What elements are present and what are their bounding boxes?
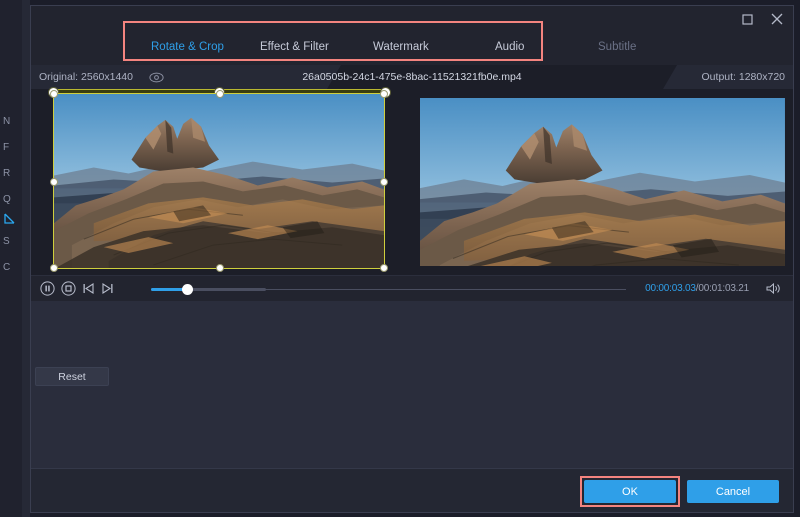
volume-slider[interactable] xyxy=(151,288,266,291)
crop-handle-top-right[interactable] xyxy=(380,90,388,98)
playback-bar: 00:00:03.03/00:01:03.21 xyxy=(31,275,793,301)
stop-button[interactable] xyxy=(61,281,76,296)
window-controls xyxy=(737,9,787,29)
tab-subtitle[interactable]: Subtitle xyxy=(598,41,636,53)
next-frame-button[interactable] xyxy=(101,282,114,295)
crop-handle-top-center[interactable] xyxy=(216,90,224,98)
sidebar-crop-icon[interactable] xyxy=(3,212,16,230)
current-time: 00:00:03.03 xyxy=(645,283,696,294)
crop-handle-top-left[interactable] xyxy=(50,90,58,98)
sidebar-item-1[interactable]: F xyxy=(3,142,21,153)
preview-stage xyxy=(31,89,793,275)
sidebar-item-3[interactable]: Q xyxy=(3,194,21,205)
source-preview-pane xyxy=(31,89,412,275)
mountain-image-output xyxy=(420,98,785,266)
tab-rotate-crop[interactable]: Rotate & Crop xyxy=(151,41,224,53)
tab-bar: Rotate & Crop Effect & Filter Watermark … xyxy=(31,32,793,65)
filename-label: 26a0505b-24c1-475e-8bac-11521321fb0e.mp4 xyxy=(31,71,793,83)
dialog-footer: OK Cancel xyxy=(31,468,793,512)
previous-frame-button[interactable] xyxy=(82,282,95,295)
ok-button[interactable]: OK xyxy=(584,480,676,503)
cancel-button[interactable]: Cancel xyxy=(687,480,779,503)
total-time: 00:01:03.21 xyxy=(698,283,749,294)
app-root: N F R Q S C Rotate & C xyxy=(0,0,800,517)
background-sidebar: N F R Q S C xyxy=(0,0,22,517)
tab-effect-filter[interactable]: Effect & Filter xyxy=(260,41,329,53)
maximize-button[interactable] xyxy=(737,9,757,29)
output-video-frame xyxy=(420,98,785,266)
sidebar-item-0[interactable]: N xyxy=(3,116,21,127)
speaker-icon[interactable] xyxy=(766,282,781,300)
mountain-image-source xyxy=(54,94,384,268)
crop-handle-bottom-left[interactable] xyxy=(50,264,58,272)
timecode-display: 00:00:03.03/00:01:03.21 xyxy=(645,283,749,294)
sidebar-item-6[interactable]: C xyxy=(3,262,21,273)
crop-handle-middle-right[interactable] xyxy=(380,178,388,186)
crop-frame[interactable] xyxy=(53,93,385,269)
crop-handle-bottom-center[interactable] xyxy=(216,264,224,272)
settings-panel: Rotation: Apply to All Crop: Crop Area: xyxy=(31,301,793,468)
media-info-bar: Original: 2560x1440 26a0505b-24c1-475e-8… xyxy=(31,65,793,89)
output-preview-pane xyxy=(412,89,793,275)
tab-watermark[interactable]: Watermark xyxy=(373,41,429,53)
close-button[interactable] xyxy=(767,9,787,29)
dialog-titlebar xyxy=(31,6,793,32)
sidebar-item-2[interactable]: R xyxy=(3,168,21,179)
pause-button[interactable] xyxy=(40,281,55,296)
crop-handle-middle-left[interactable] xyxy=(50,178,58,186)
video-edit-dialog: Rotate & Crop Effect & Filter Watermark … xyxy=(30,5,794,513)
crop-handle-bottom-right[interactable] xyxy=(380,264,388,272)
volume-knob[interactable] xyxy=(182,284,193,295)
volume-fill xyxy=(151,288,186,291)
tab-audio[interactable]: Audio xyxy=(495,41,524,53)
sidebar-item-5[interactable]: S xyxy=(3,236,21,247)
background-panel-strip xyxy=(22,0,30,517)
reset-button[interactable]: Reset xyxy=(35,367,109,386)
source-video-frame xyxy=(54,94,384,268)
